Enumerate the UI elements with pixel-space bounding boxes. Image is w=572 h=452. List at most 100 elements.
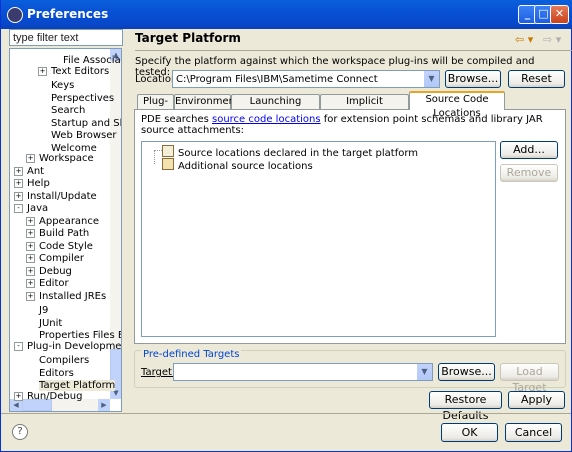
filter-input[interactable] [9,29,123,46]
tree-item[interactable]: + Build Path [26,228,89,240]
tree-item-label: Installed JREs [39,290,107,302]
expand-icon[interactable]: + [26,229,35,238]
tab-plug-ins[interactable]: Plug-ins [137,94,174,121]
list-item[interactable]: Source locations declared in the target … [162,145,418,159]
tree-item[interactable]: Web Browser [38,128,117,141]
tree-item[interactable]: Welcome [38,141,97,154]
target-combo[interactable]: ▼ [173,363,433,381]
chevron-down-icon[interactable]: ▼ [424,71,439,87]
expand-icon[interactable]: + [26,279,35,288]
target-browse-button[interactable]: Browse... [438,363,495,381]
expand-icon[interactable]: + [14,166,23,176]
expand-icon[interactable]: + [26,254,35,263]
location-combo[interactable]: C:\Program Files\IBM\Sametime Connect ▼ [172,70,440,88]
tree-item-label: Run/Debug [27,390,83,402]
tree-item-label: Install/Update [27,190,97,202]
target-label: Target: [141,367,176,378]
forward-arrow-icon[interactable]: ⇨ ▾ [543,33,561,46]
tree-item[interactable]: + Debug [26,266,72,278]
tree-item-label: Appearance [39,215,100,227]
tree-item[interactable]: - Java [14,203,48,215]
tree-connector [154,150,162,164]
tree-item[interactable]: + Appearance [26,216,99,228]
tree-item-label: Code Style [39,240,93,252]
tree-item[interactable]: Editors [26,366,74,379]
tab-environment[interactable]: Environment [174,94,239,109]
desc-line2: source attachments: [141,125,245,136]
load-target-button[interactable]: Load Target [500,363,559,394]
list-item[interactable]: Additional source locations [162,158,313,172]
expand-icon[interactable]: + [26,266,35,276]
source-locations-list[interactable]: Source locations declared in the target … [141,141,496,337]
tree-item-label: Startup and Shutd [51,117,121,129]
expand-icon[interactable]: + [14,179,23,188]
desc-prefix: PDE searches [141,114,212,125]
tree-item-label: J9 [39,305,49,316]
tab-implicit-dependencies[interactable]: Implicit Dependencies [320,94,409,121]
tree-item[interactable]: Search [38,103,85,116]
apply-button[interactable]: Apply [508,391,565,409]
tree-item[interactable]: Perspectives [38,91,114,104]
tree-item-label: Debug [39,265,72,277]
expand-icon[interactable]: + [38,66,47,76]
tree-item[interactable]: Compilers [26,353,90,366]
tab-launching-arguments[interactable]: Launching Arguments [231,94,320,121]
cancel-button[interactable]: Cancel [505,423,562,442]
expand-icon[interactable]: + [26,216,35,226]
tree-item[interactable]: Startup and Shutd [38,116,121,129]
source-code-locations-link[interactable]: source code locations [212,114,321,125]
expand-icon[interactable]: + [14,191,23,201]
expand-icon[interactable]: + [26,291,35,301]
tree-item[interactable]: + Compiler [26,253,84,265]
restore-defaults-button[interactable]: Restore Defaults [429,391,502,422]
tree-item-label: Target Platform [39,380,116,391]
tree-item-label: Build Path [39,228,90,239]
add-button[interactable]: Add... [500,141,558,159]
library-icon [162,145,174,157]
source-description: PDE searches source code locations for e… [141,114,543,125]
expand-icon[interactable]: + [26,241,35,251]
tree-item[interactable]: JUnit [26,316,62,329]
preferences-tree[interactable]: ▲ ▼ ◀ ▶ File Associatio+Text EditorsKeys… [9,48,122,412]
collapse-icon[interactable]: - [14,204,23,213]
tree-item[interactable]: + Help [14,178,50,190]
tree-item[interactable]: + Install/Update [14,191,97,203]
tree-item[interactable]: Target Platform [26,378,116,391]
back-arrow-icon[interactable]: ⇦ ▾ [515,33,533,46]
reset-button[interactable]: Reset [508,70,565,88]
tree-item-label: Compilers [39,355,90,366]
chevron-down-icon[interactable]: ▼ [417,364,432,380]
tree-item-label: Compiler [39,253,85,264]
tree-item-label: Ant [27,165,45,177]
preferences-window: Preferences _ □ ✕ ▲ ▼ ◀ ▶ File Associati… [0,0,572,452]
close-button[interactable]: ✕ [550,5,569,24]
list-item-label: Additional source locations [178,161,313,172]
ok-button[interactable]: OK [441,423,498,442]
tree-item-label: Help [27,178,50,189]
location-value: C:\Program Files\IBM\Sametime Connect [176,74,378,85]
tree-item[interactable]: - Plug-in Development [14,340,122,353]
tree-item[interactable]: + Code Style [26,241,93,253]
tree-item-label: Text Editors [51,65,110,77]
tree-item[interactable]: Properties Files E [26,328,121,341]
tree-item[interactable]: + Editor [26,278,69,290]
tree-item-label: Web Browser [51,130,117,141]
collapse-icon[interactable]: - [14,341,23,351]
tree-item[interactable]: File Associatio [50,53,121,66]
tree-item[interactable]: + Workspace [26,153,94,165]
location-browse-button[interactable]: Browse... [445,70,501,88]
tab-source-code-locations[interactable]: Source Code Locations [409,91,505,119]
tree-item[interactable]: + Ant [14,166,44,178]
tree-item-label: Plug-in Development [27,340,122,352]
tree-item[interactable]: Keys [38,78,74,91]
help-icon[interactable]: ? [12,424,28,440]
tree-item[interactable]: + Text Editors [38,66,109,78]
scroll-right-icon[interactable]: ▶ [98,399,110,411]
remove-button[interactable]: Remove [500,164,558,182]
tree-item[interactable]: + Run/Debug [14,391,82,403]
tree-item[interactable]: + Installed JREs [26,291,106,303]
expand-icon[interactable]: + [14,391,23,401]
expand-icon[interactable]: + [26,154,35,163]
tree-item-label: Workspace [39,153,94,164]
tree-item[interactable]: J9 [26,303,49,316]
